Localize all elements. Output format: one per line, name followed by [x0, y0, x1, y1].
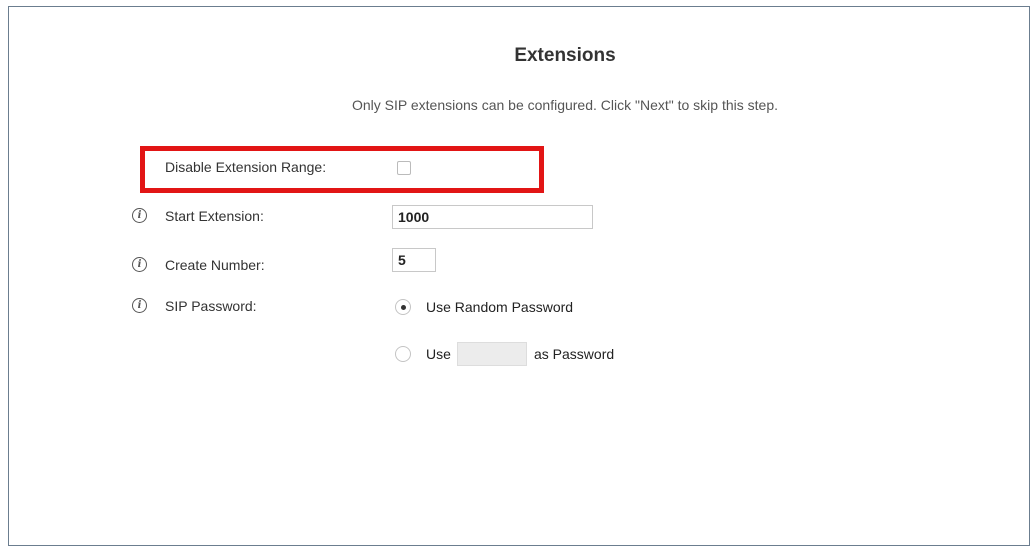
info-icon[interactable]: i: [132, 208, 147, 223]
info-icon[interactable]: i: [132, 257, 147, 272]
start-extension-label: Start Extension:: [165, 208, 264, 224]
setup-panel: [8, 6, 1030, 546]
custom-password-suffix: as Password: [534, 346, 615, 362]
disable-range-checkbox[interactable]: [397, 161, 411, 175]
page-title: Extensions: [514, 45, 616, 66]
random-password-radio[interactable]: [395, 299, 411, 315]
custom-password-input[interactable]: [457, 342, 527, 366]
custom-password-prefix: Use: [426, 346, 451, 362]
start-extension-input[interactable]: 1000: [392, 205, 593, 229]
info-icon[interactable]: i: [132, 298, 147, 313]
create-number-label: Create Number:: [165, 257, 265, 273]
random-password-label[interactable]: Use Random Password: [426, 299, 573, 315]
page-subtitle: Only SIP extensions can be configured. C…: [352, 97, 778, 113]
sip-password-label: SIP Password:: [165, 298, 257, 314]
disable-range-label: Disable Extension Range:: [165, 159, 327, 175]
create-number-input[interactable]: 5: [392, 248, 436, 272]
custom-password-radio[interactable]: [395, 346, 411, 362]
